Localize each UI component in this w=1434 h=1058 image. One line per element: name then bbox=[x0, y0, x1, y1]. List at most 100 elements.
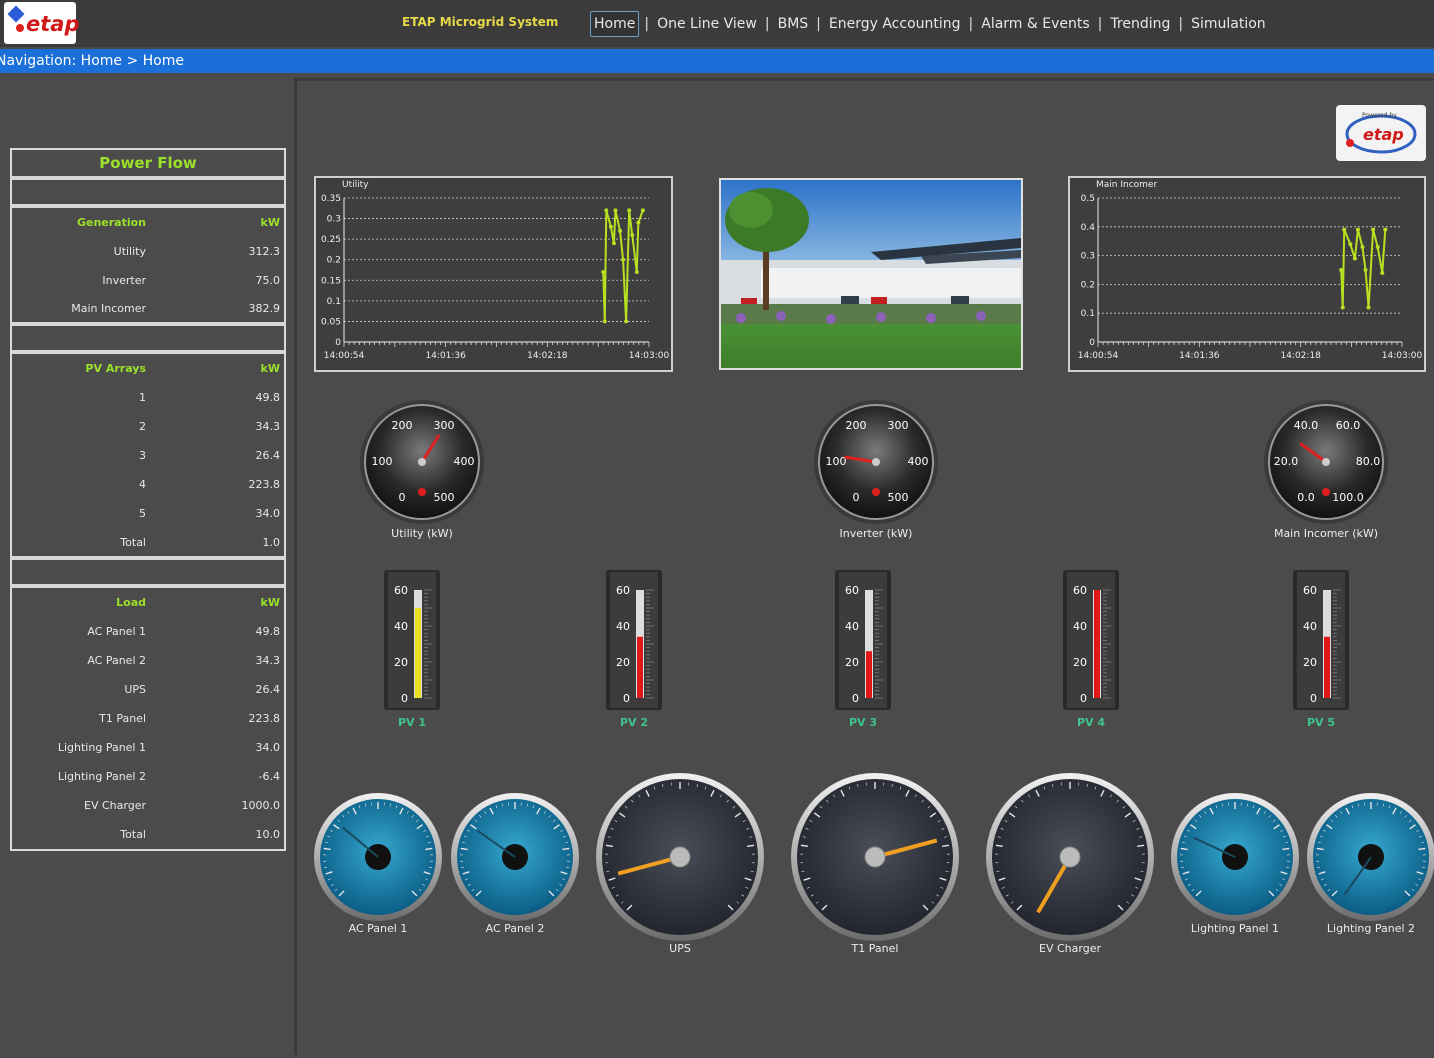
nav-separator: | bbox=[1173, 16, 1188, 32]
nav-item-simulation[interactable]: Simulation bbox=[1188, 12, 1269, 36]
data-point bbox=[1353, 256, 1357, 260]
row-label: UPS bbox=[124, 683, 146, 696]
power-flow-spacer bbox=[10, 324, 286, 352]
data-point bbox=[624, 319, 628, 323]
utility-chart: Utility 00.050.10.150.20.250.30.3514:00:… bbox=[314, 176, 673, 372]
nav-item-home[interactable]: Home bbox=[590, 11, 639, 37]
row-label: AC Panel 2 bbox=[87, 654, 146, 667]
power-flow-spacer bbox=[10, 558, 286, 586]
nav-separator: | bbox=[760, 16, 775, 32]
data-point bbox=[627, 208, 631, 212]
nav-item-alarm-events[interactable]: Alarm & Events bbox=[978, 12, 1092, 36]
logo-dot-icon bbox=[16, 24, 24, 32]
top-nav: Home|One Line View|BMS|Energy Accounting… bbox=[590, 10, 1269, 38]
x-tick-label: 14:03:00 bbox=[1382, 351, 1423, 361]
data-point bbox=[621, 258, 625, 262]
app-title: ETAP Microgrid System bbox=[402, 15, 558, 29]
y-tick-label: 0 bbox=[335, 338, 341, 348]
row-label: 4 bbox=[139, 478, 146, 491]
data-point bbox=[1356, 228, 1360, 232]
row-value: 49.8 bbox=[256, 391, 281, 404]
y-tick-label: 0.5 bbox=[1081, 194, 1095, 204]
data-point bbox=[603, 319, 607, 323]
y-tick-label: 0.3 bbox=[1081, 252, 1095, 262]
data-point bbox=[601, 270, 605, 274]
data-point bbox=[641, 208, 645, 212]
logo-mark-icon bbox=[8, 6, 25, 23]
y-tick-label: 0.1 bbox=[1081, 309, 1095, 319]
row-value: 10.0 bbox=[256, 828, 281, 841]
row-label: EV Charger bbox=[84, 799, 146, 812]
y-tick-label: 0.35 bbox=[321, 194, 341, 204]
series-line bbox=[1341, 230, 1385, 308]
row-value: 26.4 bbox=[256, 683, 281, 696]
data-point bbox=[612, 241, 616, 245]
power-flow-title: Power Flow bbox=[12, 150, 284, 176]
row-value: 34.3 bbox=[256, 420, 281, 433]
utility-chart-svg: 00.050.10.150.20.250.30.3514:00:5414:01:… bbox=[316, 178, 671, 370]
data-point bbox=[1360, 245, 1364, 249]
x-tick-label: 14:00:54 bbox=[1078, 351, 1119, 361]
y-tick-label: 0.1 bbox=[327, 297, 341, 307]
y-tick-label: 0.05 bbox=[321, 317, 341, 327]
row-value: 49.8 bbox=[256, 625, 281, 638]
badge-small-text: Powered by bbox=[1362, 112, 1397, 119]
row-label: 2 bbox=[139, 420, 146, 433]
nav-separator: | bbox=[1093, 16, 1108, 32]
row-value: 312.3 bbox=[249, 245, 281, 258]
data-point bbox=[1348, 242, 1352, 246]
badge-text: etap bbox=[1363, 125, 1404, 144]
nav-item-one-line-view[interactable]: One Line View bbox=[654, 12, 760, 36]
row-label: Total bbox=[120, 536, 146, 549]
row-value: 34.0 bbox=[256, 507, 281, 520]
section-unit: kW bbox=[261, 596, 280, 609]
data-point bbox=[1339, 268, 1343, 272]
y-tick-label: 0.15 bbox=[321, 276, 341, 286]
y-tick-label: 0.2 bbox=[327, 256, 341, 266]
nav-item-trending[interactable]: Trending bbox=[1107, 12, 1173, 36]
site-illustration bbox=[721, 180, 1021, 368]
power-flow-load: LoadkWAC Panel 149.8AC Panel 234.3UPS26.… bbox=[10, 586, 286, 851]
nav-item-bms[interactable]: BMS bbox=[775, 12, 812, 36]
data-point bbox=[604, 208, 608, 212]
row-value: 34.3 bbox=[256, 654, 281, 667]
x-tick-label: 14:00:54 bbox=[324, 351, 365, 361]
data-point bbox=[1342, 228, 1346, 232]
power-flow-generation: GenerationkWUtility312.3Inverter75.0Main… bbox=[10, 206, 286, 324]
section-header: Generation bbox=[77, 216, 146, 229]
power-flow-title-box: Power Flow bbox=[10, 148, 286, 178]
x-tick-label: 14:03:00 bbox=[629, 351, 670, 361]
y-tick-label: 0.25 bbox=[321, 235, 341, 245]
data-point bbox=[1383, 228, 1387, 232]
data-point bbox=[635, 270, 639, 274]
y-tick-label: 0.2 bbox=[1081, 280, 1095, 290]
data-point bbox=[609, 225, 613, 229]
y-tick-label: 0.3 bbox=[327, 215, 341, 225]
x-tick-label: 14:01:36 bbox=[1179, 351, 1220, 361]
row-value: 223.8 bbox=[249, 478, 281, 491]
power-flow-pv-arrays: PV ArrayskW149.8234.3326.44223.8534.0Tot… bbox=[10, 352, 286, 558]
row-label: Lighting Panel 2 bbox=[58, 770, 146, 783]
microgrid-site-image bbox=[719, 178, 1023, 370]
x-tick-label: 14:02:18 bbox=[1280, 351, 1321, 361]
row-label: T1 Panel bbox=[99, 712, 146, 725]
row-value: 223.8 bbox=[249, 712, 281, 725]
nav-separator: | bbox=[639, 16, 654, 32]
row-label: 3 bbox=[139, 449, 146, 462]
row-value: 75.0 bbox=[256, 274, 281, 287]
y-tick-label: 0 bbox=[1089, 338, 1095, 348]
data-point bbox=[636, 221, 640, 225]
row-label: Inverter bbox=[102, 274, 146, 287]
nav-separator: | bbox=[964, 16, 979, 32]
data-point bbox=[1376, 245, 1380, 249]
row-value: -6.4 bbox=[259, 770, 280, 783]
row-value: 382.9 bbox=[249, 302, 281, 315]
nav-separator: | bbox=[811, 16, 826, 32]
data-point bbox=[1371, 228, 1375, 232]
data-point bbox=[1367, 305, 1371, 309]
row-label: Lighting Panel 1 bbox=[58, 741, 146, 754]
row-label: AC Panel 1 bbox=[87, 625, 146, 638]
top-bar: etap ETAP Microgrid System Home|One Line… bbox=[0, 0, 1434, 47]
nav-item-energy-accounting[interactable]: Energy Accounting bbox=[826, 12, 964, 36]
section-header: PV Arrays bbox=[85, 362, 146, 375]
